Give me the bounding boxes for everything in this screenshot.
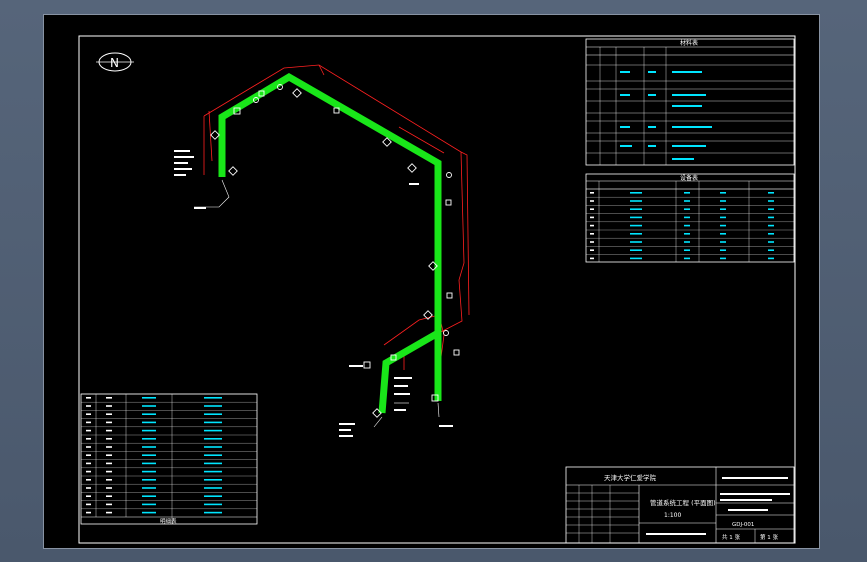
dimension-lines — [203, 64, 470, 370]
drawing-title: 管道系统工程 (平面图) — [650, 498, 716, 507]
equipment-table: 材料表 — [585, 38, 795, 166]
leader-lines — [194, 179, 440, 428]
fitting-symbols — [210, 84, 460, 418]
scale-note: 1:100 — [664, 512, 681, 519]
pipe-route — [218, 72, 442, 414]
legend-table: 设备表 — [585, 173, 795, 263]
legend-table-heading: 设备表 — [680, 174, 698, 182]
parts-table-footer: 明细表 — [160, 517, 177, 525]
cad-drawing-canvas: N 材料表 设备表 明细表 天津大学仁爱学院 管道系统工程 (平面图) 1:10… — [43, 14, 820, 549]
north-label: N — [110, 56, 119, 70]
equipment-table-heading: 材料表 — [680, 39, 698, 47]
sheet-count: 共 1 张 — [722, 533, 740, 541]
parts-table: 明细表 — [80, 393, 258, 525]
drawing-number: GDJ-001 — [732, 522, 754, 528]
sheet-index: 第 1 张 — [760, 533, 778, 541]
title-block: 天津大学仁爱学院 管道系统工程 (平面图) 1:100 共 1 张 第 1 张 … — [565, 466, 795, 544]
north-arrow-icon: N — [96, 52, 134, 72]
drawing-svg: N 材料表 设备表 明细表 天津大学仁爱学院 管道系统工程 (平面图) 1:10… — [78, 35, 796, 544]
school-name: 天津大学仁爱学院 — [604, 473, 657, 482]
